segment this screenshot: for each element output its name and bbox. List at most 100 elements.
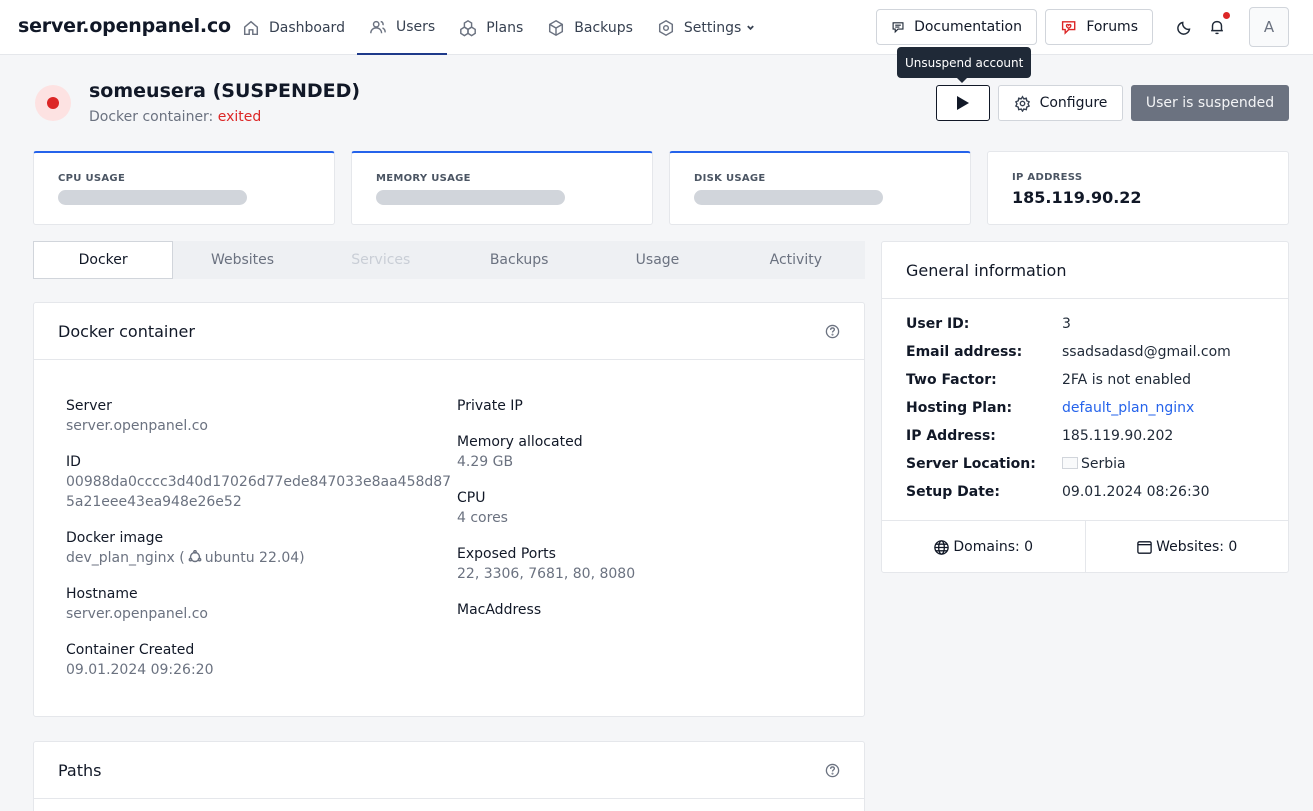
info-row-email: Email address: ssadsadasd@gmail.com (906, 344, 1266, 364)
nav-settings-label: Settings (683, 19, 742, 36)
tab-services: Services (351, 252, 411, 268)
two-factor-value: 2FA is not enabled (1062, 372, 1192, 388)
documentation-icon (892, 22, 904, 34)
mac-address-label: MacAddress (457, 602, 542, 618)
suspended-status-indicator (35, 85, 71, 121)
documentation-button[interactable]: Documentation (876, 9, 1037, 45)
documentation-label: Documentation (914, 19, 1022, 35)
hosting-plan-link[interactable]: default_plan_nginx (1062, 400, 1194, 420)
id-field: ID 00988da0cccc3d40d17026d77ede847033e8a… (66, 452, 452, 512)
websites-count-label: Websites: 0 (1156, 539, 1238, 555)
brand-logo-text[interactable]: server.openpanel.co (18, 15, 231, 37)
email-label: Email address: (906, 344, 1023, 360)
configure-button[interactable]: Configure (998, 85, 1123, 121)
info-row-setup-date: Setup Date: 09.01.2024 08:26:30 (906, 484, 1266, 504)
user-avatar[interactable]: A (1249, 7, 1289, 47)
cpu-label: CPU (457, 490, 486, 506)
private-ip-label: Private IP (457, 398, 523, 414)
ip-address-row-value: 185.119.90.202 (1062, 428, 1174, 444)
disk-usage-card: DISK USAGE (669, 151, 971, 225)
tab-usage[interactable]: Usage (588, 241, 726, 279)
docker-image-label: Docker image (66, 530, 164, 546)
memory-allocated-field: Memory allocated 4.29 GB (457, 432, 583, 472)
box-icon (549, 19, 564, 36)
id-value-line1: 00988da0cccc3d40d17026d77ede847033e8aa45… (66, 474, 452, 490)
container-created-value: 09.01.2024 09:26:20 (66, 662, 214, 678)
ip-address-label: IP ADDRESS (1012, 172, 1083, 183)
docker-image-name: dev_plan_nginx ( (66, 550, 185, 566)
gear-icon (658, 19, 673, 36)
tab-websites[interactable]: Websites (173, 241, 311, 279)
tab-backups[interactable]: Backups (450, 241, 588, 279)
nav-dashboard[interactable]: Dashboard (230, 0, 357, 55)
domains-count[interactable]: Domains: 0 (882, 521, 1085, 573)
notifications-button[interactable] (1204, 12, 1230, 40)
user-suspended-button[interactable]: User is suspended (1131, 85, 1289, 121)
dark-mode-toggle[interactable] (1172, 14, 1198, 40)
user-tabs: Docker Websites Services Backups Usage A… (33, 241, 865, 279)
main-nav: Dashboard Users Plans Backups Settings (230, 0, 767, 55)
two-factor-label: Two Factor: (906, 372, 997, 388)
top-navbar: server.openpanel.co Dashboard Users Plan… (0, 0, 1313, 55)
forums-icon (1061, 21, 1076, 35)
nav-backups[interactable]: Backups (535, 0, 645, 55)
ip-address-value: 185.119.90.22 (1012, 188, 1142, 207)
setup-date-label: Setup Date: (906, 484, 1000, 500)
memory-allocated-label: Memory allocated (457, 434, 583, 450)
container-status-value: exited (217, 109, 262, 125)
play-icon (957, 96, 969, 110)
disk-usage-placeholder (694, 190, 883, 205)
unsuspend-tooltip: Unsuspend account (897, 47, 1032, 83)
exposed-ports-label: Exposed Ports (457, 546, 556, 562)
general-information-title: General information (882, 242, 1288, 299)
mac-address-field: MacAddress (457, 600, 541, 620)
help-icon[interactable] (825, 324, 840, 339)
moon-icon (1177, 21, 1191, 35)
configure-label: Configure (1039, 95, 1108, 111)
forums-button[interactable]: Forums (1045, 9, 1153, 45)
websites-count[interactable]: Websites: 0 (1084, 521, 1289, 573)
cpu-usage-card: CPU USAGE (33, 151, 335, 225)
docker-card-header: Docker container (34, 303, 864, 360)
tab-activity[interactable]: Activity (727, 241, 865, 279)
paths-card: Paths (33, 741, 865, 811)
container-status-line: Docker container: exited (89, 109, 261, 125)
nav-users[interactable]: Users (356, 0, 448, 55)
docker-image-os: ubuntu 22.04) (204, 550, 305, 566)
user-title: someusera (SUSPENDED) (89, 80, 361, 102)
server-label: Server (66, 398, 112, 414)
tab-docker[interactable]: Docker (33, 241, 174, 279)
cpu-usage-label: CPU USAGE (58, 173, 126, 184)
paths-card-title: Paths (58, 760, 102, 780)
container-status-label: Docker container: (89, 109, 214, 125)
disk-usage-label: DISK USAGE (694, 173, 766, 184)
notification-dot (1223, 12, 1230, 19)
plans-icon (460, 19, 477, 36)
chevron-down-icon (747, 25, 755, 31)
user-id-value: 3 (1062, 316, 1071, 332)
ip-address-row-label: IP Address: (906, 428, 996, 444)
nav-users-label: Users (395, 18, 436, 35)
nav-plans[interactable]: Plans (447, 0, 535, 55)
users-icon (370, 20, 386, 33)
memory-allocated-value: 4.29 GB (457, 454, 514, 470)
memory-usage-card: MEMORY USAGE (351, 151, 653, 225)
cpu-field: CPU 4 cores (457, 488, 508, 528)
cpu-usage-placeholder (58, 190, 247, 205)
nav-plans-label: Plans (486, 19, 524, 36)
nav-settings[interactable]: Settings (645, 0, 767, 55)
help-icon[interactable] (825, 763, 840, 778)
container-created-label: Container Created (66, 642, 195, 658)
setup-date-value: 09.01.2024 08:26:30 (1062, 484, 1210, 500)
info-row-server-location: Server Location: Serbia (906, 456, 1266, 476)
docker-card-title: Docker container (58, 321, 195, 341)
info-row-two-factor: Two Factor: 2FA is not enabled (906, 372, 1266, 392)
forums-label: Forums (1086, 19, 1138, 35)
general-information-panel: General information User ID: 3 Email add… (881, 241, 1289, 573)
memory-usage-label: MEMORY USAGE (376, 173, 471, 184)
unsuspend-button[interactable] (936, 85, 990, 121)
docker-image-field: Docker image dev_plan_nginx ( ubuntu 22.0… (66, 528, 305, 568)
hostname-value: server.openpanel.co (66, 606, 208, 622)
browser-window-icon (1137, 540, 1152, 554)
server-value: server.openpanel.co (66, 418, 208, 434)
